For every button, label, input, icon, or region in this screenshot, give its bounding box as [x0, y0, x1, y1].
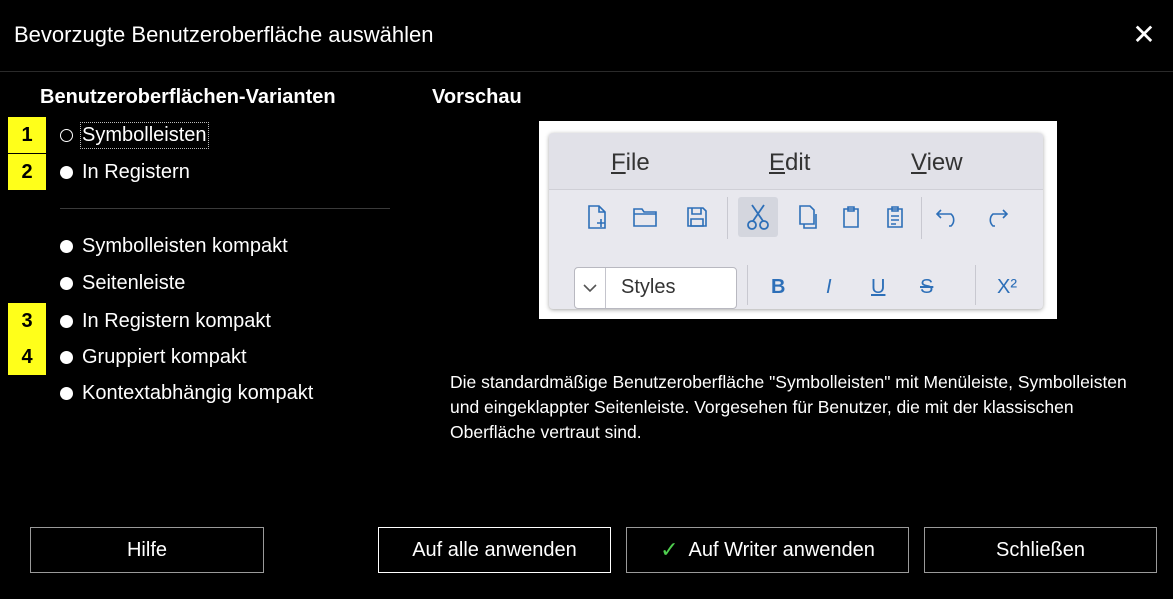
radio-indicator	[60, 350, 73, 364]
callout-badge-4: 4	[8, 339, 46, 375]
radio-indicator	[60, 128, 73, 142]
close-icon[interactable]: ✕	[1127, 18, 1161, 52]
checkmark-icon: ✓	[660, 537, 679, 563]
preview-menu-edit: Edit	[769, 149, 811, 176]
bold-icon: B	[771, 276, 786, 298]
preview-heading: Vorschau	[432, 86, 522, 108]
toolbar-separator	[921, 197, 922, 239]
cut-icon	[738, 197, 778, 237]
preview-menubar: File Edit View	[549, 133, 1043, 190]
callout-badge-3: 3	[8, 303, 46, 339]
radio-gruppiert-kompakt[interactable]: Gruppiert kompakt	[60, 342, 247, 372]
toolbar-separator	[747, 265, 748, 305]
undo-icon	[929, 197, 969, 237]
radio-label: In Registern kompakt	[82, 309, 271, 332]
styles-dropdown: Styles	[574, 267, 737, 309]
window-title: Bevorzugte Benutzeroberfläche auswählen	[14, 22, 434, 47]
preview-window: File Edit View Styles B I U S X²	[549, 133, 1043, 309]
radio-symbolleisten[interactable]: Symbolleisten	[60, 120, 209, 150]
preview-menu-view: View	[911, 149, 963, 176]
paste-icon	[831, 197, 871, 237]
chevron-down-icon	[575, 268, 606, 308]
callout-badge-2: 2	[8, 154, 46, 190]
toolbar-separator	[975, 265, 976, 305]
radio-in-registern[interactable]: In Registern	[60, 157, 190, 187]
apply-writer-button[interactable]: ✓ Auf Writer anwenden	[626, 527, 909, 573]
divider	[60, 208, 390, 209]
superscript-icon: X²	[997, 276, 1017, 298]
new-document-icon	[577, 197, 617, 237]
variants-heading: Benutzeroberflächen-Varianten	[40, 86, 336, 108]
radio-label: Gruppiert kompakt	[82, 345, 247, 368]
radio-label: Symbolleisten kompakt	[82, 234, 288, 257]
help-button[interactable]: Hilfe	[30, 527, 264, 573]
apply-writer-label: Auf Writer anwenden	[688, 538, 875, 561]
preview-menu-file: File	[611, 149, 650, 176]
strikethrough-icon: S	[920, 276, 934, 298]
underline-icon: U	[871, 276, 886, 298]
styles-label: Styles	[621, 276, 676, 298]
radio-label: Symbolleisten	[80, 121, 209, 149]
radio-indicator	[60, 239, 73, 253]
preview-image: File Edit View Styles B I U S X²	[539, 121, 1057, 319]
radio-indicator	[60, 276, 73, 290]
radio-label: In Registern	[82, 160, 190, 183]
title-bar: Bevorzugte Benutzeroberfläche auswählen …	[0, 0, 1173, 72]
redo-icon	[975, 197, 1015, 237]
radio-indicator	[60, 314, 73, 328]
save-icon	[677, 197, 717, 237]
radio-indicator	[60, 165, 73, 179]
radio-indicator	[60, 386, 73, 400]
radio-seitenleiste[interactable]: Seitenleiste	[60, 268, 185, 298]
radio-in-registern-kompakt[interactable]: In Registern kompakt	[60, 306, 271, 336]
italic-icon: I	[826, 276, 832, 298]
open-folder-icon	[625, 197, 665, 237]
close-button[interactable]: Schließen	[924, 527, 1157, 573]
radio-label: Seitenleiste	[82, 271, 186, 294]
apply-all-button[interactable]: Auf alle anwenden	[378, 527, 611, 573]
toolbar-separator	[727, 197, 728, 239]
variant-description: Die standardmäßige Benutzeroberfläche "S…	[450, 372, 1127, 442]
radio-kontextabhaengig-kompakt[interactable]: Kontextabhängig kompakt	[60, 378, 313, 408]
radio-label: Kontextabhängig kompakt	[82, 381, 314, 404]
copy-icon	[787, 197, 827, 237]
callout-badge-1: 1	[8, 117, 46, 153]
radio-symbolleisten-kompakt[interactable]: Symbolleisten kompakt	[60, 231, 288, 261]
clipboard-icon	[875, 197, 915, 237]
